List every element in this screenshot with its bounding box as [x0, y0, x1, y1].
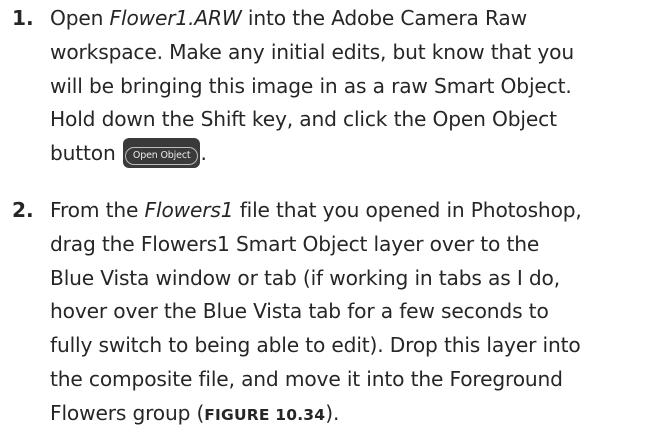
open-object-button: Open Object: [122, 137, 201, 168]
text-line: From the Flowers1 file that you opened i…: [50, 198, 582, 222]
text-line: hover over the Blue Vista tab for a few …: [50, 299, 549, 324]
document-page: 1. Open Flower1.ARW into the Adobe Camer…: [0, 0, 665, 445]
text-line: the composite file, and move it into the…: [50, 366, 563, 391]
text-line: Hold down the Shift key, and click the O…: [50, 107, 557, 132]
text-line: button Open Object.: [50, 137, 662, 171]
file-name: Flower1.ARW: [109, 6, 242, 30]
step-text: From the Flowers1 file that you opened i…: [50, 194, 662, 431]
text-line: fully switch to being able to edit). Dro…: [50, 333, 581, 358]
text-line: Open Flower1.ARW into the Adobe Camera R…: [50, 6, 527, 30]
step-text: Open Flower1.ARW into the Adobe Camera R…: [50, 2, 662, 171]
text-line: workspace. Make any initial edits, but k…: [50, 39, 574, 64]
text-line: Blue Vista window or tab (if working in …: [50, 265, 561, 290]
open-object-button-label: Open Object: [124, 146, 199, 165]
text-line: drag the Flowers1 Smart Object layer ove…: [50, 231, 540, 256]
step-number: 1.: [12, 6, 34, 30]
file-name: Flowers1: [144, 198, 234, 222]
figure-reference: FIGURE 10.34: [204, 405, 326, 424]
step-number: 2.: [12, 198, 34, 222]
text-line: Flowers group (FIGURE 10.34).: [50, 400, 340, 425]
text-line: will be bringing this image in as a raw …: [50, 73, 572, 98]
